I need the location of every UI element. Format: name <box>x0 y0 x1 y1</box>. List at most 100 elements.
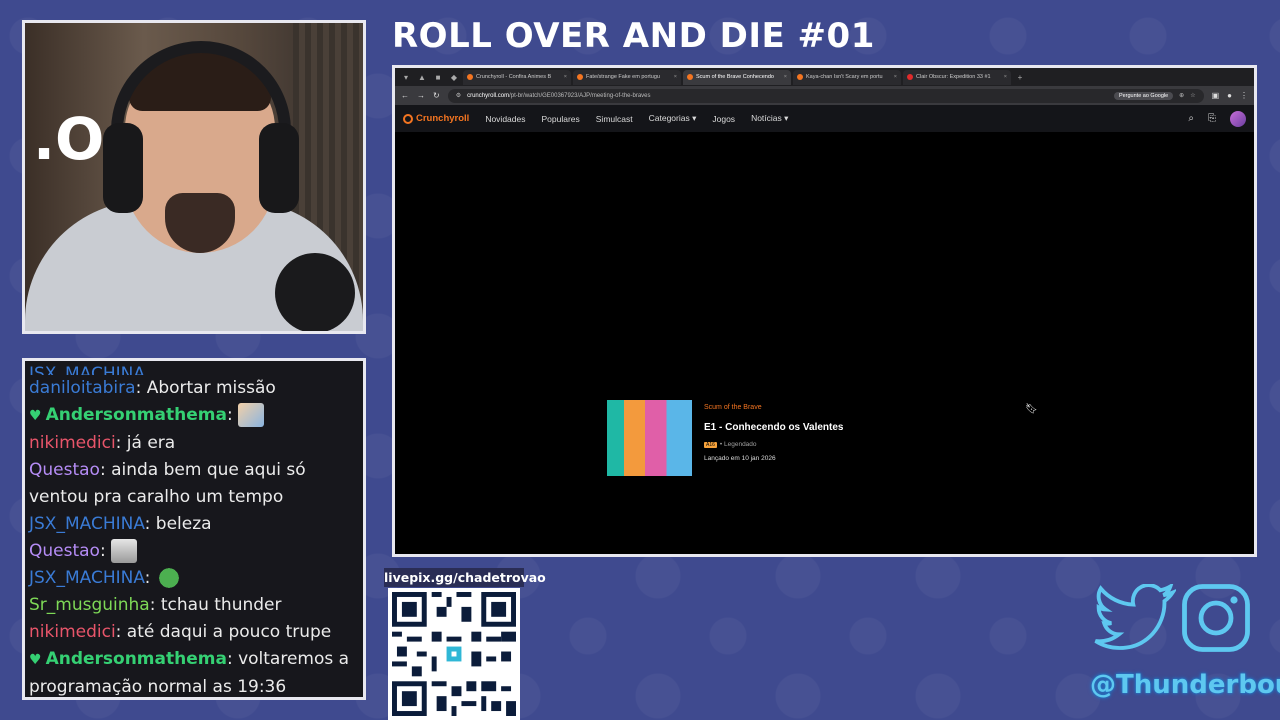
nav-item-label: Categorias <box>648 113 690 123</box>
tab-label: Scum of the Brave Conhecendo <box>696 74 774 80</box>
chat-message: nikimedici: já era <box>29 430 359 457</box>
tab-close-icon[interactable]: × <box>894 74 897 80</box>
new-tab-icon[interactable]: + <box>1013 71 1027 83</box>
chat-text: : já era <box>115 433 176 453</box>
browser-tab-active[interactable]: Scum of the Brave Conhecendo × <box>683 69 791 85</box>
back-icon[interactable]: ← <box>401 91 409 100</box>
address-bar[interactable]: ⚙ crunchyroll.com/pt-br/watch/GE00367923… <box>447 88 1204 103</box>
chat-username: daniloitabira <box>29 378 136 398</box>
episode-thumbnail[interactable] <box>607 400 692 476</box>
bookmark-icon[interactable]: 🔖︎ <box>1025 404 1038 415</box>
nav-item-simulcast[interactable]: Simulcast <box>596 114 633 124</box>
instagram-icon <box>1182 584 1250 652</box>
bookmark-star-icon[interactable]: ☆ <box>1190 92 1195 99</box>
user-avatar[interactable] <box>1230 110 1246 127</box>
chat-username: JSX_MACHINA <box>29 514 145 534</box>
chat-username: JSX_MACHINA <box>29 364 145 375</box>
chat-text: : até daqui a pouco trupe <box>115 622 332 642</box>
browser-tab[interactable]: Kaya-chan Isn't Scary em portu × <box>793 69 901 85</box>
crunchyroll-logo-icon <box>403 113 413 124</box>
chat-text: : Abortar missão <box>135 378 276 398</box>
chat-username: nikimedici <box>29 622 116 642</box>
qr-code-icon <box>392 592 516 716</box>
tab-list-icon[interactable]: ▾ <box>399 71 413 83</box>
url-path: /pt-br/watch/GE00367923/AJP/meeting-of-t… <box>509 92 651 99</box>
chat-text: : <box>99 541 106 561</box>
nav-item-populares[interactable]: Populares <box>541 114 579 124</box>
social-handle: @Thunderbout <box>1090 670 1280 700</box>
livepix-qr-code <box>388 588 520 720</box>
browser-tab[interactable]: Crunchyroll - Confira Animes B × <box>463 69 571 85</box>
chat-username: Andersonmathema <box>45 405 227 425</box>
crunchyroll-favicon-icon <box>687 74 693 80</box>
crunchyroll-favicon-icon <box>797 74 803 80</box>
nav-item-noticias[interactable]: Notícias ▾ <box>751 113 788 124</box>
crunchyroll-logo-text: Crunchyroll <box>416 113 470 124</box>
pepe-emote-icon <box>155 566 182 590</box>
browser-tab[interactable]: Fate/strange Fake em portugu × <box>573 69 681 85</box>
chat-text: : <box>226 405 233 425</box>
chat-message: JSX_MACHINA: beleza <box>29 511 359 538</box>
tab-close-icon[interactable]: × <box>674 74 677 80</box>
video-player[interactable] <box>395 132 1254 554</box>
zoom-icon[interactable]: ⊕ <box>1179 92 1184 99</box>
tab-close-icon[interactable]: × <box>1004 74 1007 80</box>
reload-icon[interactable]: ↻ <box>433 91 440 100</box>
search-icon[interactable]: ⌕ <box>1188 113 1194 124</box>
tab-label: Fate/strange Fake em portugu <box>586 74 660 80</box>
profile-icon[interactable]: ● <box>1227 91 1232 100</box>
chat-message: Sr_musguinha: tchau thunder <box>29 592 359 619</box>
webcam-overlay-logo: .O <box>33 105 105 173</box>
microphone <box>275 253 355 331</box>
watchlist-icon[interactable]: ⎘ <box>1208 113 1216 124</box>
emote-icon <box>111 539 138 563</box>
youtube-favicon-icon <box>907 74 913 80</box>
crunchyroll-favicon-icon <box>467 74 473 80</box>
subscriber-badge-icon: ♥ <box>29 408 42 424</box>
nav-item-jogos[interactable]: Jogos <box>712 114 735 124</box>
nav-actions: ⌕ ⎘ <box>1188 110 1246 127</box>
chevron-down-icon: ▾ <box>692 113 697 123</box>
tab-close-icon[interactable]: × <box>564 74 567 80</box>
browser-tab[interactable]: Clair Obscur: Expedition 33 #1 × <box>903 69 1011 85</box>
ask-google-button[interactable]: Pergunte ao Google <box>1113 91 1174 100</box>
shortcut-icon[interactable]: ◆ <box>447 71 461 83</box>
nav-item-categorias[interactable]: Categorias ▾ <box>649 113 697 124</box>
tab-label: Clair Obscur: Expedition 33 #1 <box>916 74 991 80</box>
show-title-link[interactable]: Scum of the Brave <box>704 404 762 411</box>
chat-username: Andersonmathema <box>45 649 227 669</box>
subscriber-badge-icon: ♥ <box>29 652 42 668</box>
site-info-icon[interactable]: ⚙ <box>456 92 461 99</box>
nav-item-novidades[interactable]: Novidades <box>485 114 525 124</box>
chat-message: nikimedici: até daqui a pouco trupe <box>29 619 359 646</box>
chat-message: JSX_MACHINA <box>29 361 359 375</box>
webcam-feed: .O <box>22 20 366 334</box>
crunchyroll-navbar: Crunchyroll Novidades Populares Simulcas… <box>395 105 1254 132</box>
chat-username: Questao <box>29 460 100 480</box>
tab-close-icon[interactable]: × <box>784 74 787 80</box>
chat-username: Questao <box>29 541 100 561</box>
headset-right-earcup <box>259 123 299 213</box>
chat-text: : beleza <box>144 514 212 534</box>
stream-title: ROLL OVER AND DIE #01 <box>392 16 875 56</box>
sheets-icon[interactable]: ■ <box>431 71 445 83</box>
url-host: crunchyroll.com <box>467 92 510 99</box>
drive-icon[interactable]: ▲ <box>415 71 429 83</box>
livepix-label: livepix.gg/chadetrovao <box>384 568 546 587</box>
subtitle-info: • Legendado <box>719 441 757 448</box>
extensions-icon[interactable]: ▣ <box>1212 91 1220 100</box>
chat-username: nikimedici <box>29 433 116 453</box>
chat-message: daniloitabira: Abortar missão <box>29 375 359 402</box>
browser-tab-bar: ▾ ▲ ■ ◆ Crunchyroll - Confira Animes B × … <box>395 68 1254 86</box>
tab-label: Kaya-chan Isn't Scary em portu <box>806 74 883 80</box>
browser-toolbar: ← → ↻ ⚙ crunchyroll.com/pt-br/watch/GE00… <box>395 86 1254 105</box>
chevron-down-icon: ▾ <box>784 113 789 123</box>
episode-meta: A16 • Legendado <box>704 441 757 448</box>
crunchyroll-logo[interactable]: Crunchyroll <box>403 113 469 124</box>
chat-text: : tchau thunder <box>149 595 282 615</box>
nav-item-label: Notícias <box>751 113 782 123</box>
chat-message: ♥ Andersonmathema: <box>29 402 359 430</box>
age-rating-badge: A16 <box>704 441 717 448</box>
menu-icon[interactable]: ⋮ <box>1240 91 1248 100</box>
forward-icon[interactable]: → <box>417 91 425 100</box>
